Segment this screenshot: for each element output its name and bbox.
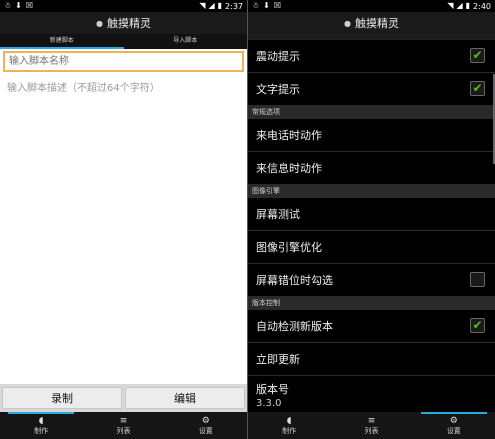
- no-sim-icon: ☒: [25, 1, 34, 10]
- tab-import-script[interactable]: 导入脚本: [124, 34, 248, 49]
- download-icon: ⬇: [15, 1, 22, 10]
- nav-settings-label: 设置: [446, 426, 461, 435]
- setting-engine-opt-label: 图像引擎优化: [256, 241, 322, 254]
- setting-vibrate-label: 震动提示: [256, 50, 300, 63]
- status-bar: ☃ ⬇ ☒ ◥ ◢ ▮ 2:37: [0, 0, 247, 12]
- wifi-icon: ◥: [447, 1, 454, 10]
- list-icon: ≡: [367, 415, 376, 426]
- gear-icon: ⚙: [449, 415, 458, 426]
- speaker-icon: ◖: [38, 415, 44, 426]
- nav-settings[interactable]: ⚙ 设置: [165, 412, 247, 439]
- setting-call-action-label: 来电话时动作: [256, 129, 322, 142]
- app-title: 触摸精灵: [354, 17, 399, 30]
- section-engine: 图像引擎: [248, 185, 495, 198]
- version-value: 3.3.0: [256, 397, 282, 409]
- script-description-input[interactable]: 输入脚本描述（不超过64个字符）: [3, 77, 244, 377]
- nav-settings[interactable]: ⚙ 设置: [413, 412, 495, 439]
- list-icon: ≡: [119, 415, 128, 426]
- setting-text-hint-label: 文字提示: [256, 83, 300, 96]
- nav-list[interactable]: ≡ 列表: [330, 412, 412, 439]
- bottom-nav: ◖ 制作 ≡ 列表 ⚙ 设置: [248, 412, 495, 439]
- download-icon: ⬇: [263, 1, 270, 10]
- gear-icon: ⚙: [201, 415, 210, 426]
- clock: 2:40: [473, 1, 491, 11]
- app-logo-icon: ●: [344, 18, 351, 28]
- setting-msg-action-label: 来信息时动作: [256, 162, 322, 175]
- section-common: 常规选项: [248, 106, 495, 119]
- setting-misalign[interactable]: 屏幕错位时勾选: [248, 264, 495, 297]
- misalign-checkbox[interactable]: [470, 272, 485, 287]
- setting-engine-opt[interactable]: 图像引擎优化: [248, 231, 495, 264]
- setting-auto-check[interactable]: 自动检测新版本 ✔: [248, 310, 495, 343]
- setting-auto-check-label: 自动检测新版本: [256, 320, 333, 333]
- title-bar: ● 触摸精灵: [248, 12, 495, 34]
- nav-list-label: 列表: [364, 426, 379, 435]
- setting-screen-test[interactable]: 屏幕测试: [248, 198, 495, 231]
- nav-make-label: 制作: [282, 426, 297, 435]
- setting-call-action[interactable]: 来电话时动作: [248, 119, 495, 152]
- edit-button[interactable]: 编辑: [125, 387, 245, 409]
- wifi-icon: ◥: [199, 1, 206, 10]
- status-bar: ☃ ⬇ ☒ ◥ ◢ ▮ 2:40: [248, 0, 495, 12]
- setting-vibrate[interactable]: 震动提示 ✔: [248, 40, 495, 73]
- tab-bar: 新建脚本 导入脚本: [0, 34, 247, 49]
- settings-list: 震动提示 ✔ 文字提示 ✔ 常规选项 来电话时动作 来信息时动作 图像引擎 屏幕…: [248, 34, 495, 412]
- tab-new-script[interactable]: 新建脚本: [0, 34, 124, 49]
- setting-text-hint[interactable]: 文字提示 ✔: [248, 73, 495, 106]
- nav-make[interactable]: ◖ 制作: [248, 412, 330, 439]
- app-logo-icon: ●: [96, 18, 103, 28]
- right-screen: ☃ ⬇ ☒ ◥ ◢ ▮ 2:40 ● 触摸精灵 震动提示 ✔ 文字提示 ✔ 常规…: [248, 0, 495, 439]
- clock: 2:37: [225, 1, 243, 11]
- nav-settings-label: 设置: [198, 426, 213, 435]
- setting-version: 版本号 3.3.0: [248, 376, 495, 412]
- version-label: 版本号: [256, 382, 289, 396]
- nav-list[interactable]: ≡ 列表: [82, 412, 164, 439]
- signal-icon: ◢: [456, 1, 463, 10]
- record-button[interactable]: 录制: [2, 387, 122, 409]
- left-screen: ☃ ⬇ ☒ ◥ ◢ ▮ 2:37 ● 触摸精灵 新建脚本 导入脚本 输入脚本描述…: [0, 0, 247, 439]
- nav-make[interactable]: ◖ 制作: [0, 412, 82, 439]
- setting-update-now[interactable]: 立即更新: [248, 343, 495, 376]
- script-name-input[interactable]: [3, 51, 244, 72]
- action-bar: 录制 编辑: [0, 384, 247, 412]
- signal-icon: ◢: [208, 1, 215, 10]
- new-script-form: 输入脚本描述（不超过64个字符）: [0, 49, 247, 384]
- battery-icon: ▮: [217, 1, 223, 10]
- app-title: 触摸精灵: [106, 17, 151, 30]
- setting-msg-action[interactable]: 来信息时动作: [248, 152, 495, 185]
- section-version: 版本控制: [248, 297, 495, 310]
- setting-update-now-label: 立即更新: [256, 353, 300, 366]
- text-hint-checkbox[interactable]: ✔: [470, 81, 485, 96]
- no-sim-icon: ☒: [273, 1, 282, 10]
- battery-icon: ▮: [465, 1, 471, 10]
- notification-icon: ☃: [252, 1, 260, 10]
- speaker-icon: ◖: [286, 415, 292, 426]
- setting-misalign-label: 屏幕错位时勾选: [256, 274, 333, 287]
- nav-list-label: 列表: [116, 426, 131, 435]
- nav-make-label: 制作: [34, 426, 49, 435]
- setting-screen-test-label: 屏幕测试: [256, 208, 300, 221]
- auto-check-checkbox[interactable]: ✔: [470, 318, 485, 333]
- notification-icon: ☃: [4, 1, 12, 10]
- vibrate-checkbox[interactable]: ✔: [470, 48, 485, 63]
- title-bar: ● 触摸精灵: [0, 12, 247, 34]
- bottom-nav: ◖ 制作 ≡ 列表 ⚙ 设置: [0, 412, 247, 439]
